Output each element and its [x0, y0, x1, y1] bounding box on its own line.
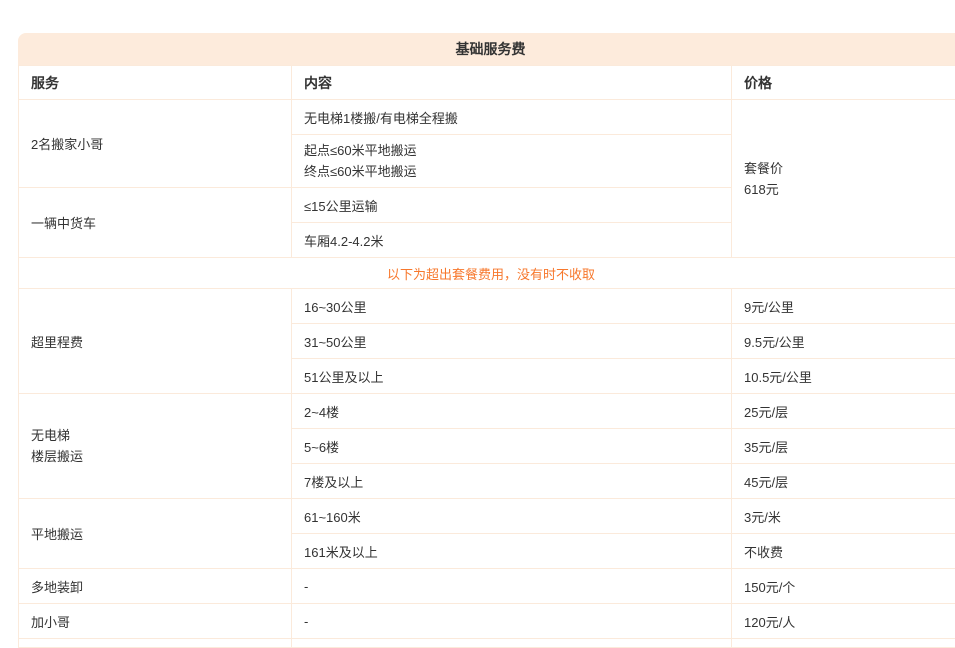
service-cell-mileage: 超里程费 [19, 289, 292, 394]
pricing-table: 服务 内容 价格 2名搬家小哥 无电梯1楼搬/有电梯全程搬 套餐价 618元 起… [18, 65, 955, 648]
content-line: 起点≤60米平地搬运 [304, 140, 719, 161]
content-cell: 7楼及以上 [292, 464, 732, 499]
price-cell: 不收费 [732, 534, 955, 569]
price-cell: 150元/个 [732, 569, 955, 604]
table-row-partial [19, 639, 955, 648]
service-cell-truck: 一辆中货车 [19, 188, 292, 258]
col-header-content: 内容 [292, 66, 732, 100]
content-cell: 无电梯1楼搬/有电梯全程搬 [292, 100, 732, 135]
service-cell-extra-mover: 加小哥 [19, 604, 292, 639]
price-cell: 9元/公里 [732, 289, 955, 324]
content-cell: 车厢4.2-4.2米 [292, 223, 732, 258]
service-cell-movers: 2名搬家小哥 [19, 100, 292, 188]
table-header-row: 服务 内容 价格 [19, 66, 955, 100]
content-cell: ≤15公里运输 [292, 188, 732, 223]
empty-cell [292, 639, 732, 648]
price-cell-package: 套餐价 618元 [732, 100, 955, 258]
note-row: 以下为超出套餐费用，没有时不收取 [19, 258, 955, 289]
page: { "colors": { "title_bg": "#fdebdc", "bo… [0, 0, 955, 643]
content-cell: 2~4楼 [292, 394, 732, 429]
content-cell: - [292, 569, 732, 604]
table-row: 超里程费 16~30公里 9元/公里 [19, 289, 955, 324]
content-cell: 16~30公里 [292, 289, 732, 324]
content-cell: 5~6楼 [292, 429, 732, 464]
basic-service-fee-panel: 基础服务费 服务 内容 价格 2名搬家小哥 无电梯1楼搬/有电梯全程搬 套餐价 … [18, 33, 955, 648]
price-cell: 10.5元/公里 [732, 359, 955, 394]
table-row: 平地搬运 61~160米 3元/米 [19, 499, 955, 534]
price-cell: 35元/层 [732, 429, 955, 464]
service-line: 楼层搬运 [31, 446, 279, 467]
content-line: 终点≤60米平地搬运 [304, 161, 719, 182]
col-header-price: 价格 [732, 66, 955, 100]
table-row: 多地装卸 - 150元/个 [19, 569, 955, 604]
content-cell: 61~160米 [292, 499, 732, 534]
table-row: 加小哥 - 120元/人 [19, 604, 955, 639]
note-text: 以下为超出套餐费用，没有时不收取 [19, 258, 955, 289]
service-cell-stairs: 无电梯 楼层搬运 [19, 394, 292, 499]
price-cell: 3元/米 [732, 499, 955, 534]
package-price-value: 618元 [744, 179, 951, 200]
empty-cell [732, 639, 955, 648]
price-cell: 9.5元/公里 [732, 324, 955, 359]
panel-title-text: 基础服务费 [456, 39, 526, 59]
table-row: 2名搬家小哥 无电梯1楼搬/有电梯全程搬 套餐价 618元 [19, 100, 955, 135]
panel-title: 基础服务费 [18, 33, 955, 65]
content-cell: 161米及以上 [292, 534, 732, 569]
price-cell: 25元/层 [732, 394, 955, 429]
content-cell: 51公里及以上 [292, 359, 732, 394]
price-cell: 120元/人 [732, 604, 955, 639]
service-line: 无电梯 [31, 425, 279, 446]
service-cell-ground: 平地搬运 [19, 499, 292, 569]
col-header-service: 服务 [19, 66, 292, 100]
content-cell: 31~50公里 [292, 324, 732, 359]
empty-cell [19, 639, 292, 648]
table-row: 无电梯 楼层搬运 2~4楼 25元/层 [19, 394, 955, 429]
content-cell: 起点≤60米平地搬运 终点≤60米平地搬运 [292, 135, 732, 188]
price-cell: 45元/层 [732, 464, 955, 499]
service-cell-multistop: 多地装卸 [19, 569, 292, 604]
content-cell: - [292, 604, 732, 639]
package-price-label: 套餐价 [744, 158, 951, 179]
